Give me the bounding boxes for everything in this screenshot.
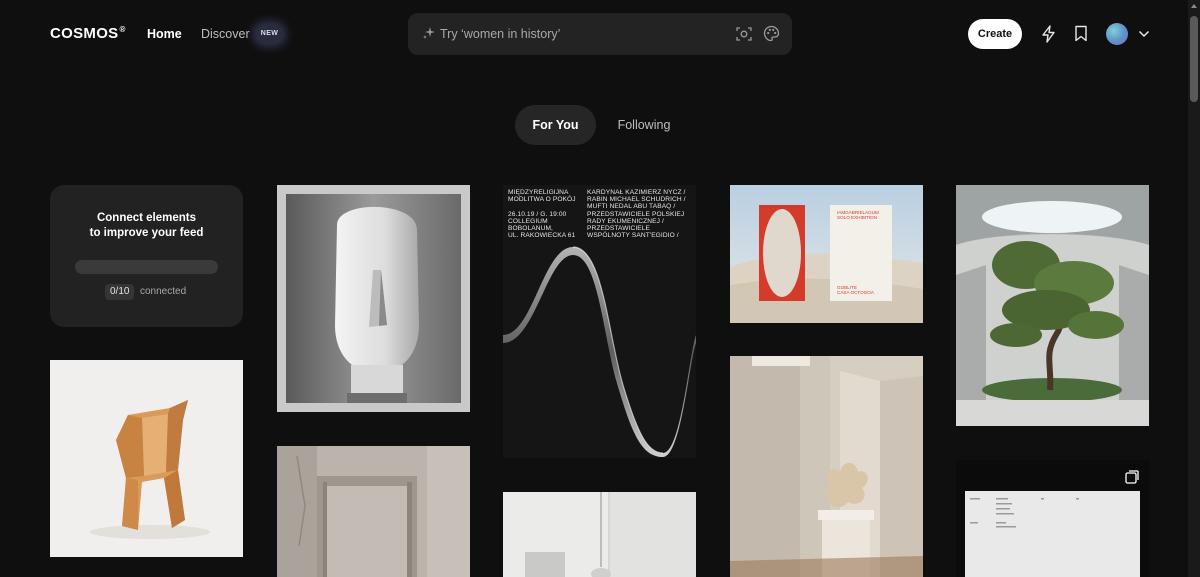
tab-following[interactable]: Following xyxy=(603,105,685,145)
top-bar: COSMOS® Home Discover NEW Create xyxy=(0,0,1188,68)
logo-text: COSMOS xyxy=(50,25,119,42)
image-tile-cycladic-head[interactable] xyxy=(277,185,470,412)
connected-label: connected xyxy=(140,286,187,297)
create-button[interactable]: Create xyxy=(968,19,1022,49)
sculpture-head-image xyxy=(277,185,470,412)
image-tile-courtyard-tree[interactable] xyxy=(956,185,1149,426)
search-input[interactable] xyxy=(440,13,720,55)
new-badge: NEW xyxy=(256,25,283,43)
poster-left-text: MIĘDZYRELIGIJNA MODLITWA O POKÓJ 26.10.1… xyxy=(508,189,576,240)
chevron-down-icon[interactable] xyxy=(1138,30,1150,38)
avatar[interactable] xyxy=(1106,23,1128,45)
search-bar[interactable] xyxy=(408,13,792,55)
nav-discover-link[interactable]: Discover xyxy=(201,27,250,41)
exhibition-title: IAMGABRIELAGUM SOLO EXHIBITION xyxy=(837,210,879,221)
scan-icon[interactable] xyxy=(736,26,752,42)
scroll-thumb[interactable] xyxy=(1190,16,1198,102)
courtyard-tree-image xyxy=(956,185,1149,426)
doorway-image xyxy=(277,446,470,577)
page-scrollbar[interactable] xyxy=(1188,0,1200,577)
image-tile-sculpture-room[interactable] xyxy=(730,356,923,577)
nav-home-link[interactable]: Home xyxy=(147,27,182,41)
image-tile-document-mockup[interactable] xyxy=(956,460,1149,577)
document-mockup-image xyxy=(956,460,1149,577)
connected-count: 0/10 xyxy=(105,284,135,300)
connect-progress-bar xyxy=(75,260,218,274)
multiple-images-icon xyxy=(1125,470,1139,484)
tab-for-you[interactable]: For You xyxy=(515,105,596,145)
image-tile-solo-exhibition[interactable]: IAMGABRIELAGUM SOLO EXHIBITION GOBLITE C… xyxy=(730,185,923,323)
connect-elements-card: Connect elements to improve your feed 0/… xyxy=(50,185,243,327)
image-tile-pendant-lamp[interactable] xyxy=(503,492,696,577)
bookmark-icon[interactable] xyxy=(1074,25,1088,42)
sparkle-icon xyxy=(423,27,435,39)
image-tile-stone-doorway[interactable] xyxy=(277,446,470,577)
exhibition-footer: GOBLITE CASA OCTOGOA xyxy=(837,285,874,296)
image-tile-peace-poster[interactable]: MIĘDZYRELIGIJNA MODLITWA O POKÓJ 26.10.1… xyxy=(503,185,696,458)
chair-image xyxy=(50,360,243,557)
palette-icon[interactable] xyxy=(763,25,780,42)
image-tile-chair[interactable] xyxy=(50,360,243,557)
poster-right-text: KARDYNAŁ KAZIMIERZ NYCZ / RABIN MICHAEL … xyxy=(587,189,686,240)
scroll-up-arrow[interactable] xyxy=(1191,4,1197,8)
bolt-icon[interactable] xyxy=(1040,25,1057,43)
logo-mark: ® xyxy=(119,25,126,34)
cosmos-logo[interactable]: COSMOS® xyxy=(50,25,126,42)
lamp-image xyxy=(503,492,696,577)
sculpture-room-image xyxy=(730,356,923,577)
connect-title: Connect elements to improve your feed xyxy=(89,212,204,239)
exhibition-poster-image xyxy=(730,185,923,323)
